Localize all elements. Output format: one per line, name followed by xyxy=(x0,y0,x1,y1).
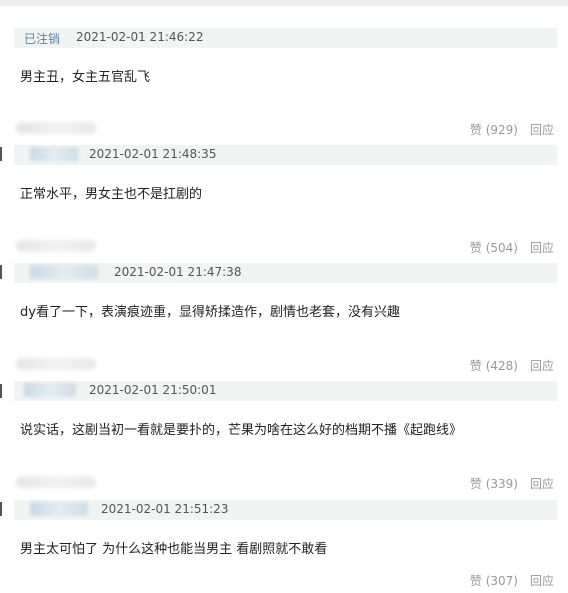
blurred-avatar xyxy=(16,240,96,252)
comment-timestamp: 2021-02-01 21:48:35 xyxy=(89,147,217,161)
reply-button[interactable]: 回应 xyxy=(530,475,554,492)
like-button[interactable]: 赞 (339) xyxy=(470,475,518,492)
blurred-avatar xyxy=(16,358,96,370)
comment-header: 2021-02-01 21:50:01 xyxy=(14,381,557,401)
side-marker xyxy=(0,502,2,516)
reply-button[interactable]: 回应 xyxy=(530,121,554,138)
reply-button[interactable]: 回应 xyxy=(530,239,554,256)
comment-username[interactable]: 已注销 xyxy=(24,30,60,47)
side-marker xyxy=(0,265,2,279)
comment-actions: 赞 (428) 回应 xyxy=(0,356,568,374)
comment-actions: 赞 (339) 回应 xyxy=(0,474,568,492)
like-button[interactable]: 赞 (504) xyxy=(470,239,518,256)
comment-actions: 赞 (929) 回应 xyxy=(0,120,568,138)
like-button[interactable]: 赞 (428) xyxy=(470,357,518,374)
comment-header: 2021-02-01 21:51:23 xyxy=(14,500,557,520)
like-button[interactable]: 赞 (929) xyxy=(470,121,518,138)
comment-text: 说实话，这剧当初一看就是要扑的，芒果为啥在这么好的档期不播《起跑线》 xyxy=(20,423,463,438)
comment-timestamp: 2021-02-01 21:46:22 xyxy=(76,30,204,44)
blurred-username[interactable] xyxy=(30,502,88,516)
comment-actions: 赞 (307) 回应 xyxy=(0,571,568,589)
comment-timestamp: 2021-02-01 21:50:01 xyxy=(89,383,217,397)
blurred-avatar xyxy=(16,122,96,134)
side-marker xyxy=(0,384,2,398)
comment-header: 2021-02-01 21:47:38 xyxy=(14,263,557,283)
comment-timestamp: 2021-02-01 21:47:38 xyxy=(114,265,242,279)
comment-text: 男主太可怕了 为什么这种也能当男主 看剧照就不敢看 xyxy=(20,542,328,557)
blurred-username[interactable] xyxy=(30,265,98,279)
comment-text: 正常水平，男女主也不是扛剧的 xyxy=(20,187,203,202)
top-divider xyxy=(0,0,568,6)
comment-timestamp: 2021-02-01 21:51:23 xyxy=(101,502,229,516)
comment-text: 男主丑，女主五官乱飞 xyxy=(20,70,151,85)
comment-actions: 赞 (504) 回应 xyxy=(0,238,568,256)
comment-text: dy看了一下，表演痕迹重，显得矫揉造作，剧情也老套，没有兴趣 xyxy=(20,305,400,320)
reply-button[interactable]: 回应 xyxy=(530,357,554,374)
reply-button[interactable]: 回应 xyxy=(530,572,554,589)
side-marker xyxy=(0,147,2,161)
blurred-username[interactable] xyxy=(30,147,78,161)
blurred-avatar xyxy=(16,476,96,488)
comment-header: 2021-02-01 21:48:35 xyxy=(14,145,557,165)
comment-header: 已注销 2021-02-01 21:46:22 xyxy=(14,28,557,48)
blurred-username[interactable] xyxy=(24,383,76,397)
like-button[interactable]: 赞 (307) xyxy=(470,572,518,589)
